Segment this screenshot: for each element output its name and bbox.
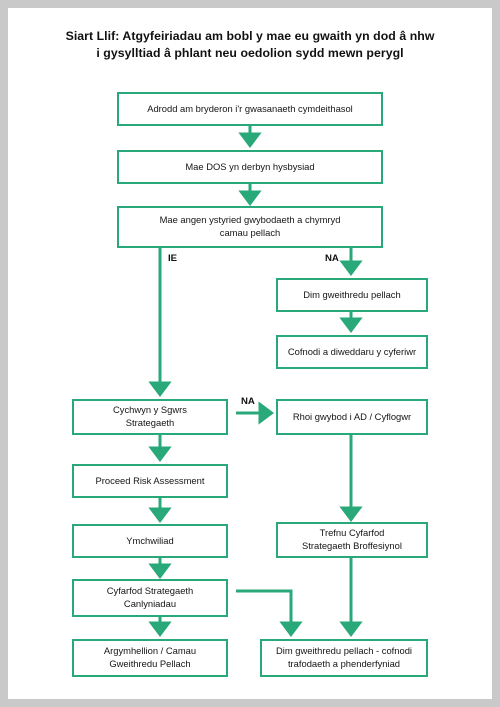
edge-label-na-middle-text: NA: [241, 396, 255, 407]
flow-node-report[interactable]: Adrodd am bryderon i'r gwasanaeth cymdei…: [117, 92, 383, 126]
edge-label-ie: IE: [168, 253, 177, 264]
flow-node-no-action-1[interactable]: Dim gweithredu pellach: [276, 278, 428, 312]
flow-node-record-update[interactable]: Cofnodi a diweddaru y cyferiwr: [276, 335, 428, 369]
flow-node-recommendations[interactable]: Argymhellion / Camau Gweithredu Pellach: [72, 639, 228, 677]
flow-node-start-strategy-discussion[interactable]: Cychwyn y Sgwrs Strategaeth: [72, 399, 228, 435]
flow-node-recommendations-label: Argymhellion / Camau Gweithredu Pellach: [103, 645, 197, 669]
page-title-line-1: Siart Llif: Atgyfeiriadau am bobl y mae …: [65, 29, 435, 43]
flow-node-no-action-record-decision[interactable]: Dim gweithredu pellach - cofnodi trafoda…: [260, 639, 428, 677]
flow-node-no-action-1-label: Dim gweithredu pellach: [303, 288, 401, 300]
flow-node-consider-info[interactable]: Mae angen ystyried gwybodaeth a chymryd …: [117, 206, 383, 248]
flow-node-investigation-label: Ymchwiliad: [126, 534, 174, 546]
flow-node-dos-receives-label: Mae DOS yn derbyn hysbysiad: [185, 160, 315, 172]
flow-node-record-update-label: Cofnodi a diweddaru y cyferiwr: [287, 345, 417, 357]
page-title-line-2: i gysylltiad â phlant neu oedolion sydd …: [96, 46, 404, 60]
flow-node-arrange-professional-strategy-meeting[interactable]: Trefnu Cyfarfod Strategaeth Broffesiynol: [276, 522, 428, 558]
page-title: Siart Llif: Atgyfeiriadau am bobl y mae …: [8, 28, 492, 62]
flow-node-inform-hr-employer[interactable]: Rhoi gwybod i AD / Cyflogwr: [276, 399, 428, 435]
flow-node-dos-receives[interactable]: Mae DOS yn derbyn hysbysiad: [117, 150, 383, 184]
flow-node-consider-info-label: Mae angen ystyried gwybodaeth a chymryd …: [159, 214, 341, 238]
flow-node-start-strategy-discussion-label: Cychwyn y Sgwrs Strategaeth: [113, 404, 187, 428]
flow-node-report-label: Adrodd am bryderon i'r gwasanaeth cymdei…: [147, 102, 353, 114]
page-frame: Siart Llif: Atgyfeiriadau am bobl y mae …: [0, 0, 500, 707]
flow-node-inform-hr-employer-label: Rhoi gwybod i AD / Cyflogwr: [292, 410, 412, 422]
flow-node-no-action-record-decision-label: Dim gweithredu pellach - cofnodi trafoda…: [275, 645, 412, 669]
edge-label-na-top: NA: [325, 253, 339, 264]
flow-node-risk-assessment[interactable]: Proceed Risk Assessment: [72, 464, 228, 498]
flow-node-arrange-professional-strategy-meeting-label: Trefnu Cyfarfod Strategaeth Broffesiynol: [302, 527, 402, 551]
edge-label-na-top-text: NA: [325, 253, 339, 264]
flow-node-risk-assessment-label: Proceed Risk Assessment: [95, 474, 205, 486]
flowchart-sheet: Siart Llif: Atgyfeiriadau am bobl y mae …: [8, 8, 492, 699]
flow-node-strategy-meeting-outcomes[interactable]: Cyfarfod Strategaeth Canlyniadau: [72, 579, 228, 617]
connector-n11-n13: [236, 589, 303, 637]
edge-label-ie-text: IE: [168, 253, 178, 264]
flow-node-investigation[interactable]: Ymchwiliad: [72, 524, 228, 558]
flow-node-strategy-meeting-outcomes-label: Cyfarfod Strategaeth Canlyniadau: [106, 585, 194, 609]
edge-label-na-middle: NA: [241, 396, 255, 407]
